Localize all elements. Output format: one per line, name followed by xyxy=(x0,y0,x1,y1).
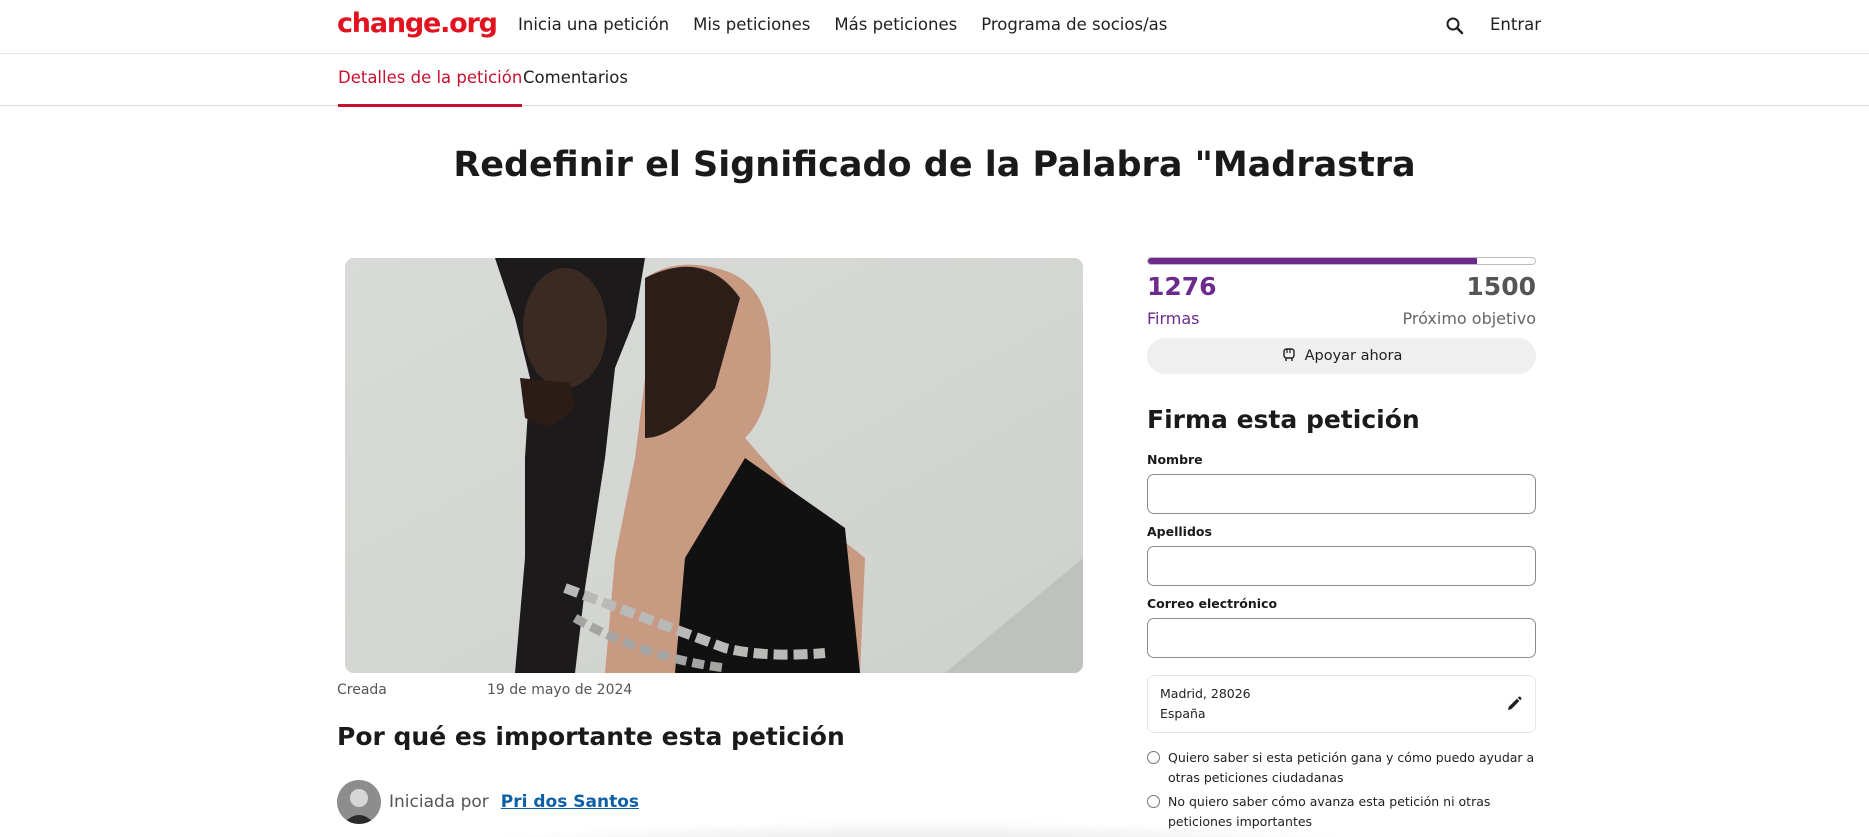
support-now-button[interactable]: Apoyar ahora xyxy=(1147,338,1536,374)
main-nav: Inicia una petición Mis peticiones Más p… xyxy=(518,15,1167,34)
location-country: España xyxy=(1160,706,1206,721)
opt-out-radio[interactable] xyxy=(1147,795,1160,808)
opt-in-option[interactable]: Quiero saber si esta petición gana y cóm… xyxy=(1147,748,1536,788)
signature-progress-bar xyxy=(1147,257,1536,265)
created-date: 19 de mayo de 2024 xyxy=(487,682,633,698)
tab-petition-details[interactable]: Detalles de la petición xyxy=(338,68,523,107)
support-now-label: Apoyar ahora xyxy=(1304,348,1403,364)
tab-comments[interactable]: Comentarios xyxy=(523,68,628,87)
nav-start-petition[interactable]: Inicia una petición xyxy=(518,15,669,34)
started-by-label: Iniciada por xyxy=(389,792,489,812)
location-box: Madrid, 28026 España xyxy=(1147,675,1536,733)
change-org-logo[interactable]: change.org xyxy=(337,8,498,39)
location-city: Madrid, 28026 xyxy=(1160,686,1251,701)
top-navigation-bar: change.org Inicia una petición Mis petic… xyxy=(0,0,1869,54)
petition-tabs: Detalles de la petición Comentarios xyxy=(0,54,1869,107)
author-link[interactable]: Pri dos Santos xyxy=(501,792,639,812)
search-icon[interactable] xyxy=(1443,14,1467,38)
nav-partner-program[interactable]: Programa de socios/as xyxy=(981,15,1167,34)
opt-in-radio[interactable] xyxy=(1147,751,1160,764)
last-name-label: Apellidos xyxy=(1147,524,1212,539)
first-name-field[interactable] xyxy=(1147,474,1536,514)
why-important-heading: Por qué es importante esta petición xyxy=(337,722,845,751)
signatures-label: Firmas xyxy=(1147,309,1200,328)
petition-starter: Iniciada por Pri dos Santos xyxy=(337,780,639,824)
signature-count: 1276 xyxy=(1147,272,1217,301)
nav-my-petitions[interactable]: Mis peticiones xyxy=(693,15,810,34)
petition-title: Redefinir el Significado de la Palabra "… xyxy=(453,145,1416,185)
signature-goal: 1500 xyxy=(1466,272,1536,301)
sign-petition-heading: Firma esta petición xyxy=(1147,405,1420,434)
goal-label: Próximo objetivo xyxy=(1402,309,1536,328)
sticky-bar-shadow xyxy=(440,820,1400,837)
email-field[interactable] xyxy=(1147,618,1536,658)
created-label: Creada xyxy=(337,682,387,698)
fist-icon xyxy=(1281,346,1297,366)
signature-progress-fill xyxy=(1148,258,1478,264)
first-name-label: Nombre xyxy=(1147,452,1203,467)
avatar[interactable] xyxy=(337,780,381,824)
pencil-icon[interactable] xyxy=(1505,695,1523,713)
last-name-field[interactable] xyxy=(1147,546,1536,586)
opt-in-label: Quiero saber si esta petición gana y cóm… xyxy=(1168,750,1535,785)
login-link[interactable]: Entrar xyxy=(1490,15,1541,34)
petition-image xyxy=(345,258,1083,673)
nav-more-petitions[interactable]: Más peticiones xyxy=(834,15,957,34)
email-label: Correo electrónico xyxy=(1147,596,1278,611)
